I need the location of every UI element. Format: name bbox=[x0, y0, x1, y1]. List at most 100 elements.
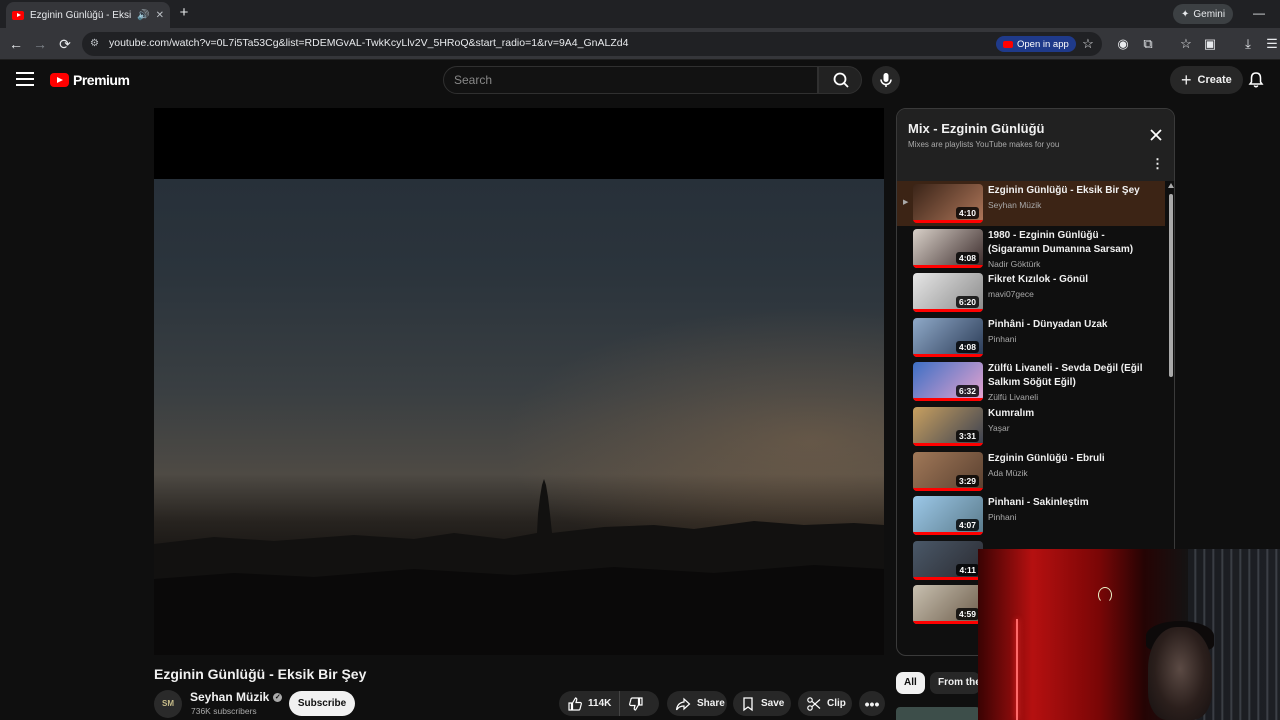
channel-name[interactable]: Seyhan Müzik ✓ bbox=[190, 690, 283, 704]
watched-progress-bar bbox=[913, 264, 983, 268]
watched-progress-bar bbox=[913, 532, 983, 536]
url-text[interactable]: youtube.com/watch?v=0L7i5Ta53Cg&list=RDE… bbox=[109, 37, 628, 49]
playlist-item-channel: Zülfü Livaneli bbox=[988, 392, 1039, 403]
watched-progress-bar bbox=[913, 487, 983, 491]
duration-badge: 4:10 bbox=[955, 207, 979, 219]
search-box[interactable] bbox=[443, 66, 818, 94]
downloads-icon[interactable]: ⤓ bbox=[1240, 36, 1256, 52]
browser-tab[interactable]: Ezginin Günlüğü - Eksik Bir Şey 🔊 ✕ bbox=[6, 2, 170, 28]
playlist-title[interactable]: Mix - Ezginin Günlüğü bbox=[908, 121, 1044, 136]
bookmark-star-icon[interactable]: ☆ bbox=[1080, 36, 1096, 52]
playlist-thumbnail[interactable]: 3:29 bbox=[913, 451, 983, 491]
create-button[interactable]: + Create bbox=[1170, 66, 1243, 94]
speaker-icon[interactable]: 🔊 bbox=[137, 10, 149, 21]
playlist-item-title[interactable]: Kumralım bbox=[988, 407, 1158, 421]
city-skyline-silhouette bbox=[154, 479, 884, 655]
youtube-small-icon bbox=[1003, 40, 1013, 48]
playlist-item-title[interactable]: Ezginin Günlüğü - Eksik Bir Şey bbox=[988, 184, 1158, 198]
share-button[interactable]: Share bbox=[667, 691, 727, 716]
playlist-item-title[interactable]: 1980 - Ezginin Günlüğü - (Sigaramın Duma… bbox=[988, 229, 1158, 257]
site-info-icon[interactable]: ⚙ bbox=[90, 38, 102, 50]
playlist-thumbnail[interactable]: 4:10 bbox=[913, 184, 983, 223]
sparkle-icon: ✦ bbox=[1181, 8, 1190, 20]
hamburger-menu-icon[interactable] bbox=[16, 72, 34, 86]
share-icon bbox=[675, 697, 691, 710]
duration-badge: 3:31 bbox=[955, 429, 979, 442]
recommended-thumbnail[interactable] bbox=[896, 707, 980, 720]
gemini-label: Gemini bbox=[1193, 8, 1226, 20]
address-bar[interactable]: ⚙ youtube.com/watch?v=0L7i5Ta53Cg&list=R… bbox=[82, 32, 1102, 56]
more-actions-button[interactable]: ••• bbox=[859, 691, 885, 716]
playlist-thumbnail[interactable]: 4:08 bbox=[913, 228, 983, 268]
playlist-thumbnail[interactable]: 3:31 bbox=[913, 406, 983, 446]
playlist-thumbnail[interactable]: 4:59 bbox=[913, 585, 983, 625]
voice-search-button[interactable] bbox=[872, 66, 900, 94]
chip-all[interactable]: All bbox=[896, 672, 925, 694]
dislike-button[interactable] bbox=[620, 691, 652, 716]
extensions-icon[interactable]: ⧉ bbox=[1140, 36, 1156, 52]
playlist-thumbnail[interactable]: 6:32 bbox=[913, 362, 983, 402]
playlist-thumbnail[interactable]: 6:20 bbox=[913, 273, 983, 313]
webcam-wall-hook bbox=[1098, 587, 1112, 603]
playlist-item-title[interactable]: Fikret Kızılok - Gönül bbox=[988, 273, 1158, 287]
playlist-item[interactable]: 4:07 Pinhani - Sakinleştim Pinhani bbox=[897, 493, 1165, 538]
thumbs-up-icon bbox=[568, 696, 582, 711]
playlist-item-title[interactable]: Pinhâni - Dünyadan Uzak bbox=[988, 318, 1158, 332]
chip-from-series[interactable]: From the series bbox=[930, 672, 980, 694]
new-tab-button[interactable]: + bbox=[177, 5, 191, 21]
scissors-icon bbox=[807, 696, 821, 711]
forward-icon[interactable]: → bbox=[32, 36, 48, 52]
channel-avatar[interactable]: SM bbox=[154, 690, 182, 718]
now-playing-arrow-icon: ▶ bbox=[903, 199, 909, 206]
browser-toolbar: ← → ⟳ ⚙ youtube.com/watch?v=0L7i5Ta53Cg&… bbox=[0, 28, 1280, 60]
playlist-thumbnail[interactable]: 4:08 bbox=[913, 317, 983, 357]
back-icon[interactable]: ← bbox=[8, 36, 24, 52]
playlist-item[interactable]: 3:29 Ezginin Günlüğü - Ebruli Ada Müzik bbox=[897, 449, 1165, 494]
scroll-up-arrow-icon[interactable] bbox=[1168, 183, 1174, 188]
playlist-item[interactable]: 3:31 Kumralım Yaşar bbox=[897, 404, 1165, 449]
watched-progress-bar bbox=[913, 621, 983, 625]
search-input[interactable] bbox=[454, 72, 804, 88]
channel-name-text[interactable]: Seyhan Müzik bbox=[190, 690, 269, 704]
notifications-bell-icon[interactable] bbox=[1246, 70, 1266, 90]
playlist-item-title[interactable]: Zülfü Livaneli - Sevda Değil (Eğil Salkı… bbox=[988, 362, 1158, 390]
profile-extension-icon[interactable]: ◉ bbox=[1115, 36, 1131, 52]
youtube-header: Premium + Create bbox=[0, 61, 1280, 99]
playlist-item-title[interactable]: Pinhani - Sakinleştim bbox=[988, 496, 1158, 510]
scrollbar-thumb[interactable] bbox=[1169, 194, 1173, 377]
playlist-item[interactable]: 4:08 Pinhâni - Dünyadan Uzak Pinhani bbox=[897, 315, 1165, 360]
playlist-item-channel: Pinhani bbox=[988, 333, 1017, 344]
playlist-item-title[interactable]: Ezginin Günlüğü - Ebruli bbox=[988, 452, 1158, 466]
playlist-item[interactable]: 6:20 Fikret Kızılok - Gönül mavi07gece bbox=[897, 270, 1165, 315]
create-label: Create bbox=[1197, 74, 1232, 86]
open-in-app-button[interactable]: Open in app bbox=[996, 36, 1076, 52]
playlist-thumbnail[interactable]: 4:07 bbox=[913, 496, 983, 536]
youtube-logo[interactable]: Premium bbox=[50, 72, 130, 88]
subscribe-button[interactable]: Subscribe bbox=[289, 691, 355, 716]
menu-icon[interactable]: ☰ bbox=[1264, 36, 1280, 52]
playlist-item-channel: Seyhan Müzik bbox=[988, 200, 1042, 210]
split-view-icon[interactable]: ▣ bbox=[1202, 36, 1218, 52]
window-minimize-button[interactable]: — bbox=[1252, 6, 1266, 20]
video-player[interactable]: SM bbox=[154, 108, 884, 655]
playlist-item-channel: mavi07gece bbox=[988, 289, 1034, 300]
playlist-subtitle: Mixes are playlists YouTube makes for yo… bbox=[908, 140, 1060, 149]
save-button[interactable]: Save bbox=[733, 691, 791, 716]
save-label: Save bbox=[761, 698, 785, 709]
close-playlist-icon[interactable] bbox=[1148, 127, 1164, 143]
browser-tabbar: Ezginin Günlüğü - Eksik Bir Şey 🔊 ✕ + ✦ … bbox=[0, 0, 1280, 28]
playlist-more-icon[interactable]: ⋮ bbox=[1151, 157, 1164, 171]
clip-button[interactable]: Clip bbox=[798, 691, 852, 716]
search-button[interactable] bbox=[818, 66, 862, 94]
reload-icon[interactable]: ⟳ bbox=[57, 36, 73, 52]
playlist-item[interactable]: 4:08 1980 - Ezginin Günlüğü - (Sigaramın … bbox=[897, 226, 1165, 271]
bookmarks-icon[interactable]: ☆ bbox=[1178, 36, 1194, 52]
playlist-thumbnail[interactable]: 4:11 bbox=[913, 540, 983, 580]
duration-badge: 4:07 bbox=[955, 519, 979, 532]
like-button[interactable]: 114K bbox=[559, 691, 621, 716]
playlist-item[interactable]: ▶ 4:10 Ezginin Günlüğü - Eksik Bir Şey Seyh… bbox=[897, 181, 1165, 226]
verified-check-icon: ✓ bbox=[273, 692, 283, 702]
playlist-item[interactable]: 6:32 Zülfü Livaneli - Sevda Değil (Eğil S… bbox=[897, 359, 1165, 404]
tab-close-icon[interactable]: ✕ bbox=[156, 10, 164, 21]
gemini-button[interactable]: ✦ Gemini bbox=[1173, 4, 1234, 24]
